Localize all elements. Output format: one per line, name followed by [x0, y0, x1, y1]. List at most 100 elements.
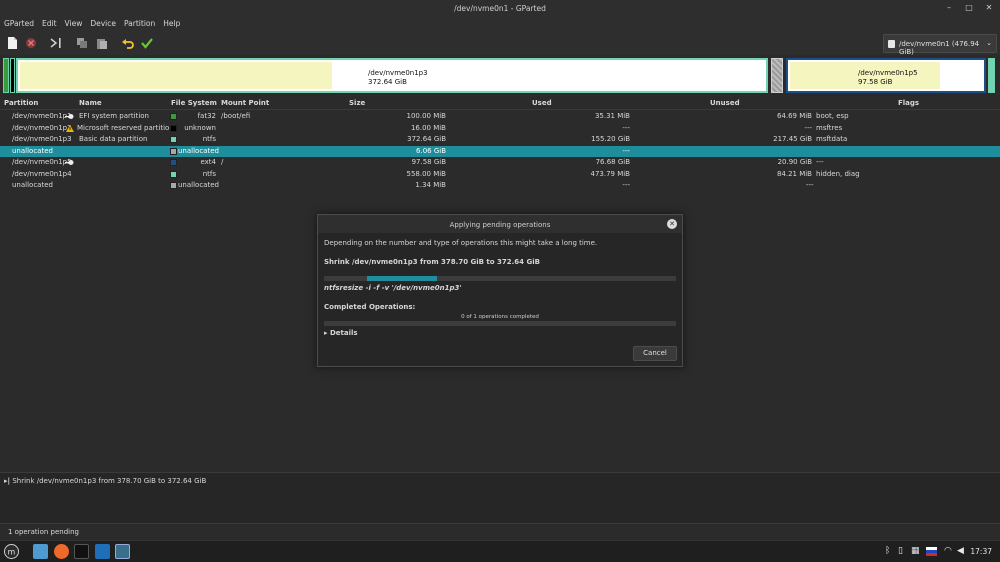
menu-gparted[interactable]: GParted: [4, 17, 34, 31]
warning-icon: [66, 124, 74, 132]
keyboard-layout-flag-icon[interactable]: [926, 547, 937, 556]
copy-icon[interactable]: [75, 36, 89, 50]
resize-move-icon[interactable]: [49, 36, 63, 50]
menu-icon[interactable]: m: [4, 544, 19, 559]
graph-partition-p4[interactable]: [988, 58, 995, 93]
flag-icon[interactable]: ▦: [911, 546, 920, 556]
dialog-description: Depending on the number and type of oper…: [324, 239, 598, 247]
col-name[interactable]: Name: [79, 99, 102, 107]
cell-mount: /boot/efi: [221, 112, 251, 120]
details-expander[interactable]: ▸ Details: [324, 329, 358, 337]
close-icon[interactable]: ✕: [984, 3, 994, 13]
cell-used: ---: [622, 181, 630, 189]
completed-label: Completed Operations:: [324, 303, 416, 311]
cell-partition: /dev/nvme0n1p4: [12, 169, 72, 178]
device-selector[interactable]: /dev/nvme0n1 (476.94 GiB) ⌄: [883, 34, 997, 56]
graph-p3-name: /dev/nvme0n1p3: [368, 69, 428, 77]
wifi-icon[interactable]: ◠: [944, 546, 952, 556]
vscode-icon[interactable]: [95, 544, 110, 559]
graph-partition-p2[interactable]: [10, 58, 15, 93]
details-label: Details: [329, 329, 358, 337]
chevron-right-icon: ▸: [324, 329, 328, 337]
menu-partition[interactable]: Partition: [124, 17, 155, 31]
cell-used: 155.20 GiB: [591, 135, 630, 143]
col-mount-point[interactable]: Mount Point: [221, 99, 269, 107]
firefox-icon[interactable]: [54, 544, 69, 559]
cell-used: 76.68 GiB: [595, 158, 630, 166]
col-used[interactable]: Used: [532, 99, 552, 107]
menu-device[interactable]: Device: [90, 17, 116, 31]
graph-used-space: [20, 62, 332, 89]
delete-partition-icon[interactable]: [24, 36, 38, 50]
undo-icon[interactable]: [121, 36, 135, 50]
cell-name: Basic data partition: [79, 135, 148, 143]
pending-operation-item[interactable]: ▸| Shrink /dev/nvme0n1p3 from 378.70 GiB…: [4, 477, 206, 485]
title-bar: /dev/nvme0n1 - GParted – □ ✕: [0, 0, 1000, 17]
cell-partition: /dev/nvme0n1p2: [12, 123, 72, 132]
cell-used: 35.31 MiB: [594, 112, 630, 120]
dialog-close-icon[interactable]: ✕: [667, 219, 677, 229]
pending-operation-label: Shrink /dev/nvme0n1p3 from 378.70 GiB to…: [12, 477, 207, 485]
table-row[interactable]: /dev/nvme0n1p2 Microsoft reserved partit…: [0, 123, 1000, 135]
paste-icon[interactable]: [95, 36, 109, 50]
bluetooth-icon[interactable]: ᛒ: [885, 546, 890, 556]
menu-help[interactable]: Help: [163, 17, 180, 31]
table-row[interactable]: /dev/nvme0n1p5 ext4 / 97.58 GiB 76.68 Gi…: [0, 157, 1000, 169]
cell-name: EFI system partition: [79, 112, 149, 120]
device-icon[interactable]: ▯: [898, 546, 903, 556]
fs-color-swatch: [170, 124, 177, 132]
dialog-operation: Shrink /dev/nvme0n1p3 from 378.70 GiB to…: [324, 258, 540, 266]
graph-partition-p3[interactable]: /dev/nvme0n1p3 372.64 GiB: [16, 58, 768, 93]
progress-fill: [367, 276, 438, 281]
operation-progress-bar: [324, 276, 676, 281]
completed-text: 0 of 1 operations completed: [461, 314, 539, 320]
table-row[interactable]: /dev/nvme0n1p4 ntfs 558.00 MiB 473.79 Mi…: [0, 169, 1000, 181]
graph-partition-p1[interactable]: [3, 58, 9, 93]
cancel-button[interactable]: Cancel: [633, 346, 677, 361]
col-file-system[interactable]: File System: [171, 99, 217, 107]
files-icon[interactable]: [33, 544, 48, 559]
cell-size: 6.06 GiB: [416, 146, 446, 155]
cell-size: 16.00 MiB: [410, 123, 446, 132]
graph-unallocated[interactable]: [771, 58, 783, 93]
cell-unused: 20.90 GiB: [777, 158, 812, 166]
col-unused[interactable]: Unused: [710, 99, 740, 107]
partition-graphic: /dev/nvme0n1p3 372.64 GiB /dev/nvme0n1p5…: [0, 56, 1000, 95]
clock[interactable]: 17:37: [970, 547, 992, 556]
apply-icon[interactable]: [140, 36, 154, 50]
minimize-icon[interactable]: –: [944, 3, 954, 13]
menu-edit[interactable]: Edit: [42, 17, 57, 31]
partition-table: /dev/nvme0n1p1 EFI system partition fat3…: [0, 111, 1000, 192]
col-size[interactable]: Size: [349, 99, 365, 107]
new-partition-icon[interactable]: [5, 36, 19, 50]
col-partition[interactable]: Partition: [4, 99, 38, 107]
table-row[interactable]: /dev/nvme0n1p3 Basic data partition ntfs…: [0, 134, 1000, 146]
terminal-icon[interactable]: [74, 544, 89, 559]
cell-partition: /dev/nvme0n1p3: [12, 135, 72, 143]
cell-name: Microsoft reserved partition: [77, 123, 174, 132]
col-flags[interactable]: Flags: [898, 99, 919, 107]
status-text: 1 operation pending: [8, 528, 79, 536]
graph-partition-p5[interactable]: /dev/nvme0n1p5 97.58 GiB: [786, 58, 986, 93]
cell-mount: /: [221, 158, 224, 166]
maximize-icon[interactable]: □: [964, 3, 974, 13]
graph-p5-name: /dev/nvme0n1p5: [858, 69, 918, 77]
pending-operations-panel: ▸| Shrink /dev/nvme0n1p3 from 378.70 GiB…: [0, 472, 1000, 524]
status-bar: 1 operation pending: [0, 525, 1000, 539]
resize-move-icon: ▸|: [4, 477, 11, 485]
overall-progress-bar: [324, 321, 676, 326]
graph-p3-size: 372.64 GiB: [368, 78, 407, 86]
cell-fs: ext4: [200, 158, 216, 166]
menu-view[interactable]: View: [65, 17, 83, 31]
cell-used: ---: [622, 146, 630, 155]
table-row[interactable]: /dev/nvme0n1p1 EFI system partition fat3…: [0, 111, 1000, 123]
table-row-selected[interactable]: unallocated unallocated 6.06 GiB ---: [0, 145, 1000, 157]
volume-icon[interactable]: ◀: [957, 546, 964, 556]
fs-color-swatch: [170, 182, 177, 189]
fs-color-swatch: [170, 113, 177, 120]
cell-unused: 84.21 MiB: [776, 169, 812, 178]
cell-partition: unallocated: [12, 146, 53, 155]
gparted-task-icon[interactable]: [115, 544, 130, 559]
table-row[interactable]: unallocated unallocated 1.34 MiB --- ---: [0, 180, 1000, 192]
taskbar: m ᛒ ▯ ▦ ◠ ◀ 17:37: [0, 540, 1000, 562]
